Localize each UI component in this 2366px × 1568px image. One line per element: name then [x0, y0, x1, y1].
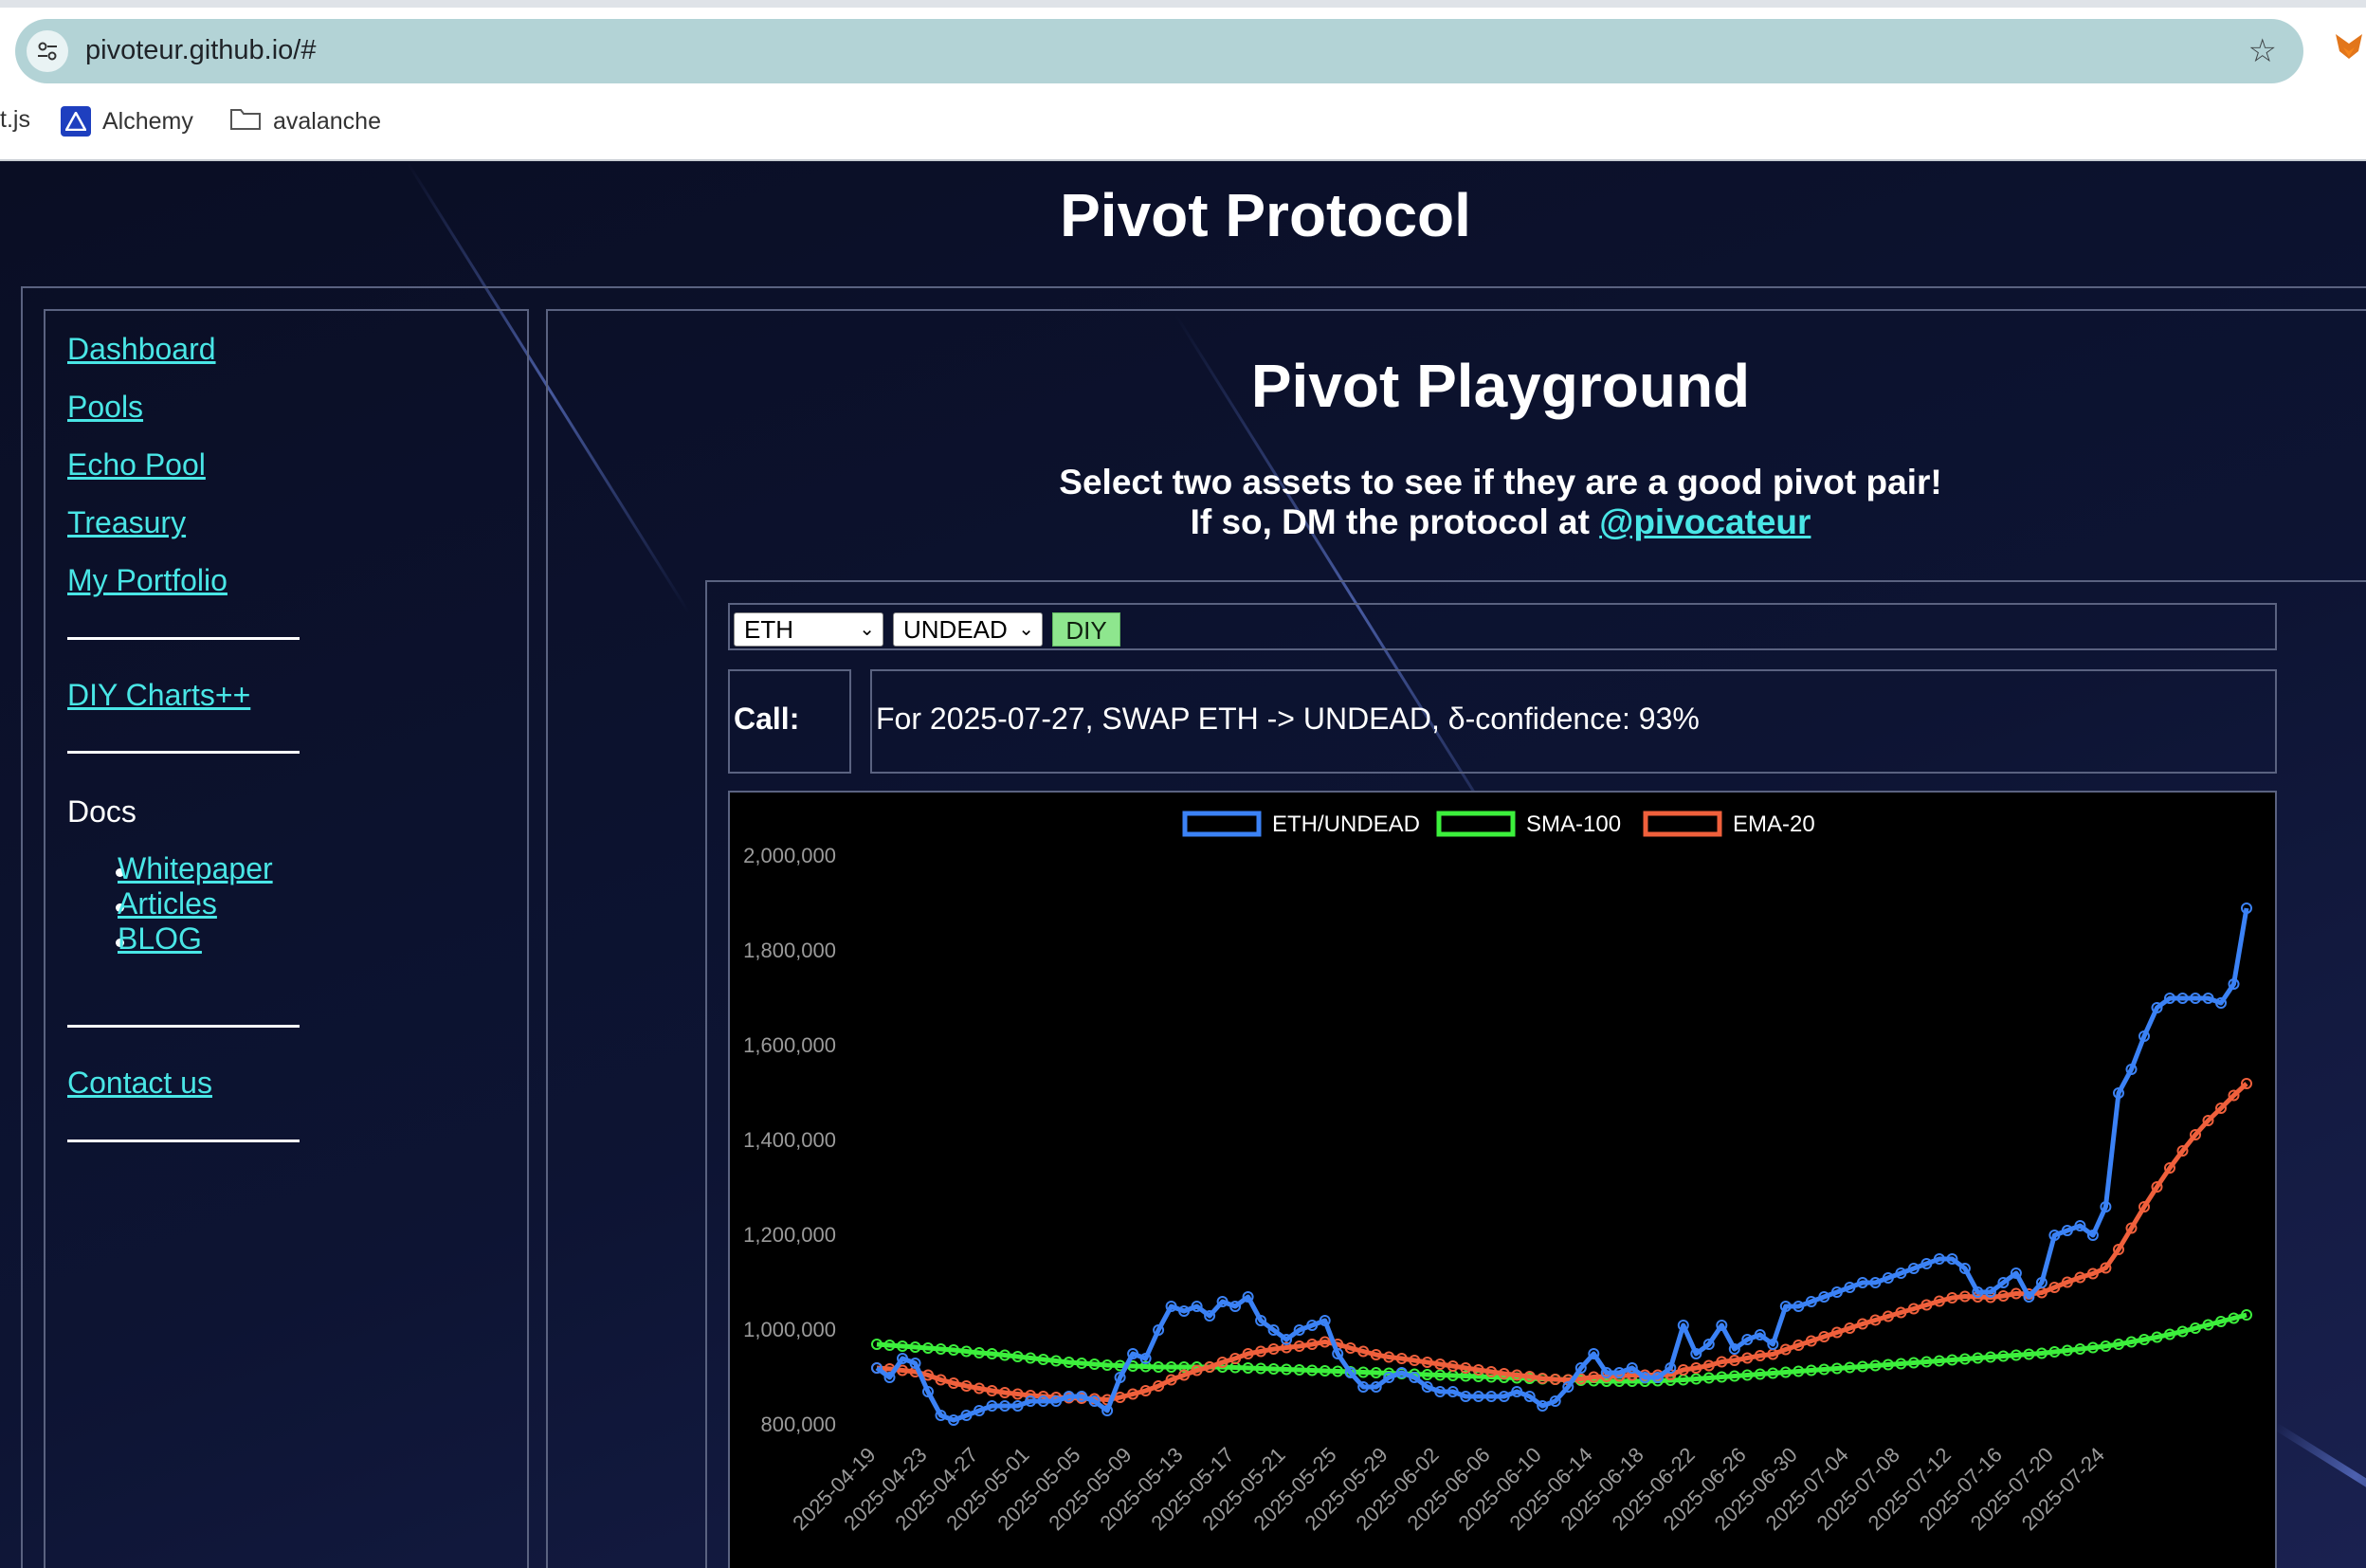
site-info-icon[interactable] [27, 30, 68, 72]
sidebar-divider [67, 637, 300, 640]
asset-a-select[interactable]: ETH ⌄ [734, 612, 883, 647]
bookmark-tjs[interactable]: t.js [0, 106, 30, 134]
docs-articles[interactable]: Articles [118, 886, 217, 921]
asset-controls: ETH ⌄ UNDEAD ⌄ DIY [728, 603, 2277, 650]
y-tick-label: 1,400,000 [743, 1128, 836, 1152]
site-title: Pivot Protocol [1060, 181, 1471, 249]
nav-diy-charts[interactable]: DIY Charts++ [67, 678, 250, 713]
bookmarks-bar: t.js Alchemy avalanche [0, 102, 2366, 140]
nav-contact-us[interactable]: Contact us [67, 1066, 212, 1101]
dm-prefix: If so, DM the protocol at [1190, 502, 1600, 541]
docs-blog[interactable]: BLOG [118, 921, 202, 957]
nav-echo-pool[interactable]: Echo Pool [67, 447, 206, 483]
chevron-down-icon: ⌄ [859, 619, 875, 640]
legend-swatch [1643, 811, 1722, 837]
legend-swatch [1182, 811, 1262, 837]
y-tick-label: 1,000,000 [743, 1318, 836, 1341]
bookmark-star-icon[interactable]: ☆ [2248, 32, 2277, 70]
asset-b-value: UNDEAD [903, 615, 1008, 644]
bookmark-alchemy[interactable]: Alchemy [61, 106, 193, 137]
twitter-handle-link[interactable]: @pivocateur [1599, 502, 1811, 541]
y-tick-label: 2,000,000 [743, 844, 836, 867]
diy-button[interactable]: DIY [1052, 612, 1120, 647]
series-line-eth-undead [875, 907, 2249, 1423]
sidebar-divider [67, 1025, 300, 1028]
y-tick-label: 800,000 [760, 1413, 836, 1436]
legend-swatch [1436, 811, 1516, 837]
call-label-cell: Call: [728, 669, 851, 774]
url-text[interactable]: pivoteur.github.io/# [85, 35, 316, 66]
chart-svg: 800,000 1,000,000 1,200,000 1,400,000 1,600,… [743, 811, 2252, 1535]
docs-heading: Docs [67, 794, 136, 829]
metamask-fox-icon[interactable] [2332, 30, 2366, 64]
legend-label: SMA-100 [1526, 811, 1621, 837]
asset-b-select[interactable]: UNDEAD ⌄ [893, 612, 1043, 647]
y-tick-label: 1,600,000 [743, 1033, 836, 1057]
legend-label: EMA-20 [1733, 811, 1815, 837]
asset-a-value: ETH [744, 615, 793, 644]
y-tick-label: 1,200,000 [743, 1223, 836, 1247]
page-subtitle-dm: If so, DM the protocol at @pivocateur [546, 502, 2366, 542]
chevron-down-icon: ⌄ [1018, 619, 1034, 640]
sidebar-divider [67, 1140, 300, 1142]
call-text-cell: For 2025-07-27, SWAP ETH -> UNDEAD, δ-co… [870, 669, 2277, 774]
call-text: For 2025-07-27, SWAP ETH -> UNDEAD, δ-co… [876, 702, 1700, 736]
sidebar-divider [67, 751, 300, 754]
page-title: Pivot Playground [1250, 352, 1751, 420]
nav-dashboard[interactable]: Dashboard [67, 332, 216, 367]
call-label: Call: [734, 702, 800, 736]
browser-chrome: pivoteur.github.io/# ☆ t.js Alchemy aval… [0, 0, 2366, 161]
bookmark-label: avalanche [273, 108, 381, 135]
alchemy-icon [61, 106, 91, 137]
page-body: Pivot Protocol Dashboard Pools Echo Pool… [0, 161, 2366, 1568]
bookmark-avalanche[interactable]: avalanche [229, 106, 381, 137]
y-tick-label: 1,800,000 [743, 939, 836, 962]
folder-icon [229, 106, 262, 137]
nav-my-portfolio[interactable]: My Portfolio [67, 563, 228, 598]
address-bar[interactable]: pivoteur.github.io/# ☆ [15, 19, 2303, 83]
bookmark-label: t.js [0, 106, 30, 133]
bookmark-label: Alchemy [102, 107, 193, 135]
page-subtitle: Select two assets to see if they are a g… [1059, 463, 1942, 501]
nav-pools[interactable]: Pools [67, 390, 143, 425]
docs-whitepaper[interactable]: Whitepaper [118, 851, 273, 886]
price-chart[interactable]: 800,000 1,000,000 1,200,000 1,400,000 1,600,… [728, 791, 2277, 1568]
legend-label: ETH/UNDEAD [1272, 811, 1420, 837]
nav-treasury[interactable]: Treasury [67, 505, 186, 540]
tab-strip [0, 0, 2366, 8]
